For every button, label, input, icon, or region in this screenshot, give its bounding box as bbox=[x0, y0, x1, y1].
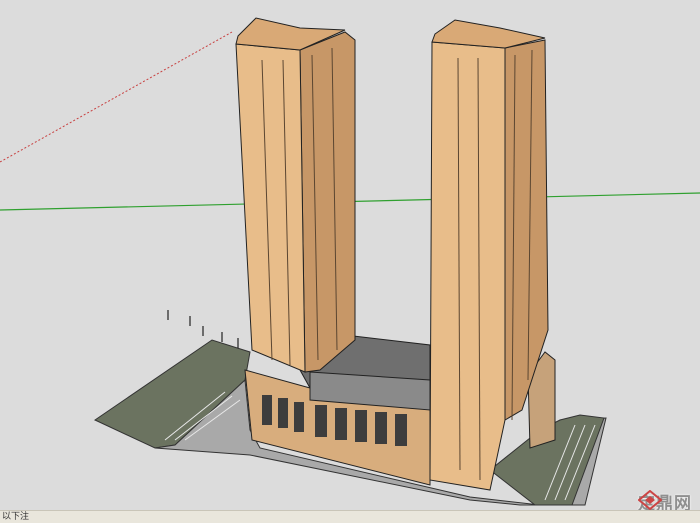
lamp-posts bbox=[167, 310, 239, 348]
status-text: 以下注 bbox=[2, 512, 30, 522]
model-canvas[interactable] bbox=[0, 0, 700, 510]
status-bar: 以下注 bbox=[0, 510, 700, 523]
red-axis bbox=[0, 31, 233, 163]
watermark-logo-icon bbox=[638, 490, 662, 510]
right-tower-front bbox=[429, 41, 506, 491]
3d-viewport[interactable]: 定鼎网 bbox=[0, 0, 700, 522]
left-tower-side bbox=[299, 31, 356, 373]
watermark: 定鼎网 bbox=[638, 490, 692, 514]
